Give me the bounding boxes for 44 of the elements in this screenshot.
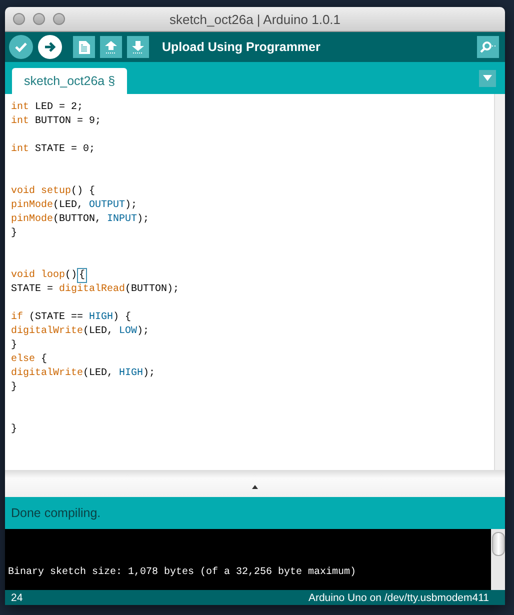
- check-icon: [15, 42, 27, 52]
- code-line: STATE = digitalRead(BUTTON);: [11, 283, 180, 297]
- code-line: int BUTTON = 9;: [11, 115, 102, 129]
- code-line: pinMode(LED, OUTPUT);: [11, 199, 138, 213]
- code-line: void setup() {: [11, 185, 96, 199]
- scrollbar[interactable]: [494, 94, 505, 470]
- code-line: int LED = 2;: [11, 101, 84, 115]
- console-line: Binary sketch size: 1,078 bytes (of a 32,256 byte maximum): [8, 566, 358, 580]
- arrow-up-icon: [105, 40, 117, 54]
- board-port: Arduino Uno on /dev/tty.usbmodem411: [308, 592, 489, 604]
- code-line: digitalWrite(LED, HIGH);: [11, 367, 156, 381]
- save-button[interactable]: [127, 36, 149, 58]
- code-line: }: [11, 227, 18, 241]
- code-line: }: [11, 339, 18, 353]
- arrow-down-icon: [132, 40, 144, 54]
- line-number: 24: [11, 592, 23, 604]
- caret-up-icon: [252, 485, 258, 489]
- code-line: else {: [11, 353, 48, 367]
- code-line: pinMode(BUTTON, INPUT);: [11, 213, 150, 227]
- serial-monitor-button[interactable]: [477, 36, 499, 58]
- triangle-down-icon: [483, 75, 492, 81]
- code-line: void loop() {: [11, 269, 86, 283]
- console-scrollbar[interactable]: [491, 529, 505, 590]
- status-message: Done compiling.: [11, 506, 101, 520]
- close-button[interactable]: [13, 13, 25, 25]
- verify-button[interactable]: [9, 35, 33, 59]
- code-line: }: [11, 423, 18, 437]
- new-button[interactable]: [73, 36, 95, 58]
- sketch-tab[interactable]: sketch_oct26a §: [12, 68, 128, 94]
- window-title: sketch_oct26a | Arduino 1.0.1: [168, 12, 342, 26]
- open-button[interactable]: [100, 36, 122, 58]
- minimize-button[interactable]: [33, 13, 45, 25]
- code-line: int STATE = 0;: [11, 143, 96, 157]
- tab-menu-button[interactable]: [479, 70, 496, 86]
- hover-label: Upload Using Programmer: [162, 40, 322, 54]
- code-line: if (STATE == HIGH) {: [11, 311, 132, 325]
- arrow-right-icon: [44, 42, 56, 52]
- document-icon: [78, 40, 90, 54]
- splitter[interactable]: [5, 470, 505, 497]
- code-line: }: [11, 381, 18, 395]
- upload-button[interactable]: [38, 35, 62, 59]
- magnifier-icon: [480, 41, 496, 53]
- code-line: digitalWrite(LED, LOW);: [11, 325, 150, 339]
- zoom-button[interactable]: [53, 13, 65, 25]
